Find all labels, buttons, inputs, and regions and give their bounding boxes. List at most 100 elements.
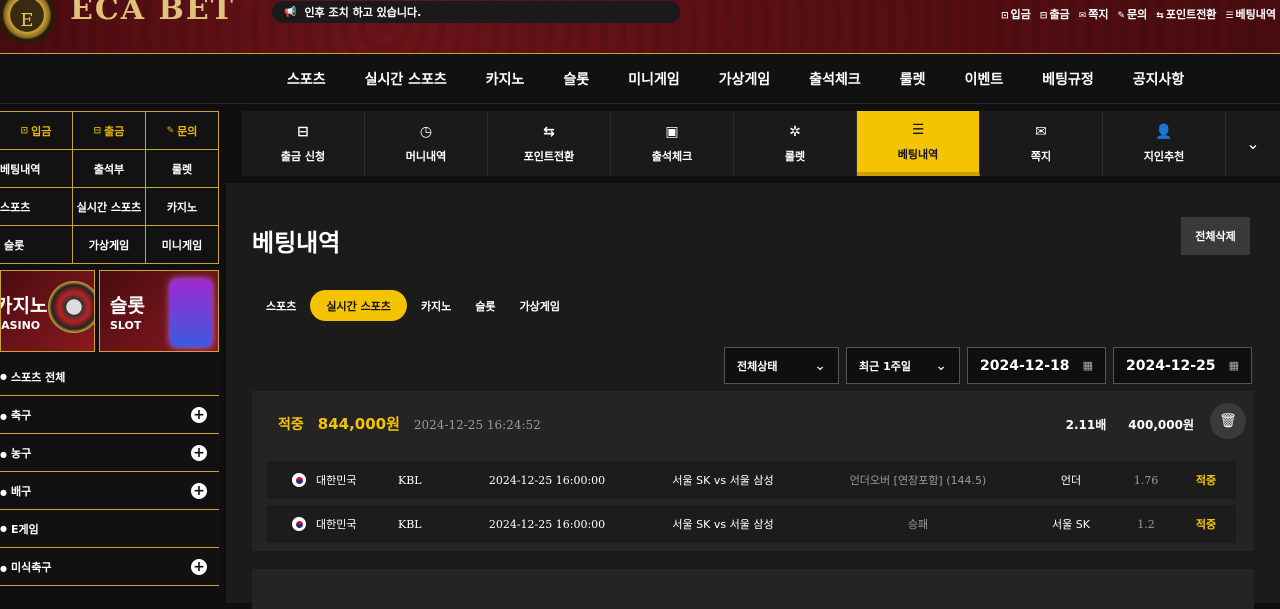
tab-sports[interactable]: 스포츠 (254, 290, 308, 321)
sport-item-basketball[interactable]: ● 농구 + (0, 434, 219, 472)
quick-roulette[interactable]: ✲ 룰렛 (734, 111, 857, 176)
nav-roulette[interactable]: 룰렛 (900, 69, 926, 89)
delete-bet-button[interactable]: 🗑 (1210, 403, 1246, 439)
quick-label: 지인추천 (1143, 149, 1185, 163)
sport-item-soccer[interactable]: ● 축구 + (0, 396, 219, 434)
nav-live-sports[interactable]: 실시간 스포츠 (365, 69, 447, 89)
chevron-down-icon: ⌄ (814, 357, 826, 374)
quick-attendance[interactable]: ▣ 출석체크 (611, 111, 734, 176)
slot-banner[interactable]: 슬롯 SLOT (99, 270, 219, 352)
toplink-label: 출금 (1049, 8, 1070, 21)
nav-slot[interactable]: 슬롯 (563, 69, 589, 89)
toplink-label: 포인트전환 (1165, 8, 1217, 21)
row-odds: 1.2 (1137, 517, 1155, 531)
toplink-message[interactable]: ✉ 쪽지 (1079, 6, 1109, 22)
toplink-point-exchange[interactable]: ⇆ 포인트전환 (1156, 6, 1216, 22)
clock-icon: ◷ (419, 123, 433, 140)
plus-icon[interactable]: + (191, 558, 207, 575)
sport-item-label: 스포츠 전체 (10, 370, 66, 384)
nav-bet-rules[interactable]: 베팅규정 (1042, 69, 1094, 89)
sidebar-roulette[interactable]: 룰렛 (146, 150, 219, 188)
country-label: 대한민국 (316, 474, 357, 487)
slot-machine-icon (170, 279, 212, 347)
table-row: 대한민국 KBL 2024-12-25 16:00:00 서울 SK vs 서울… (266, 505, 1236, 543)
row-league: KBL (398, 473, 422, 487)
nav-minigame[interactable]: 미니게임 (628, 69, 680, 89)
tab-virtual[interactable]: 가상게임 (508, 290, 572, 321)
casino-banner[interactable]: 카지노 CASINO (0, 270, 95, 352)
toplink-inquiry[interactable]: ✎ 문의 (1117, 6, 1147, 22)
top-links: ⊡ 입금 ⊟ 출금 ✉ 쪽지 ✎ 문의 ⇆ 포인트전환 ☰ 베팅내역 (1001, 6, 1276, 22)
slot-banner-sub: SLOT (110, 319, 142, 332)
calendar-icon: ▦ (1082, 359, 1093, 372)
sidebar-bet-history[interactable]: 베팅내역 (0, 150, 73, 188)
sport-item-all[interactable]: ● 스포츠 전체 (0, 358, 219, 396)
status-select[interactable]: 전체상태 ⌄ (724, 347, 839, 384)
sidebar-live-sports[interactable]: 실시간 스포츠 (73, 188, 146, 226)
list-icon: ☰ (1225, 11, 1234, 21)
quick-point-exchange[interactable]: ⇆ 포인트전환 (488, 111, 611, 176)
dot-icon: ● (0, 372, 7, 381)
chevron-down-icon: ⌄ (935, 357, 947, 374)
quick-withdraw-request[interactable]: ⊟ 출금 신청 (242, 111, 365, 176)
sport-item-label: E게임 (10, 522, 39, 536)
dot-icon: ● (0, 449, 7, 459)
logo-emblem[interactable]: E (0, 0, 56, 44)
deposit-icon: ⊡ (1001, 11, 1009, 21)
toplink-label: 입금 (1010, 8, 1031, 21)
tab-casino[interactable]: 카지노 (409, 290, 463, 321)
quick-bet-history[interactable]: ☰ 베팅내역 (857, 111, 980, 176)
quick-money-history[interactable]: ◷ 머니내역 (365, 111, 488, 176)
nav-sports[interactable]: 스포츠 (287, 69, 326, 89)
quick-label: 머니내역 (405, 149, 447, 163)
category-tabs: 스포츠 실시간 스포츠 카지노 슬롯 가상게임 (254, 290, 572, 321)
sidebar-slot[interactable]: 슬롯 (0, 226, 73, 264)
nav-casino[interactable]: 카지노 (486, 69, 525, 89)
roulette-icon: ✲ (789, 123, 801, 140)
date-to-input[interactable]: 2024-12-25 ▦ (1113, 347, 1252, 384)
bet-card: 적중 844,000원 2024-12-25 16:24:52 2.11배 40… (252, 391, 1254, 551)
sidebar-withdraw[interactable]: ⊟ 출금 (73, 112, 146, 150)
chevron-down-icon[interactable]: ⌄ (1226, 111, 1280, 176)
sidebar-inquiry[interactable]: ✎ 문의 (146, 112, 219, 150)
logo-text[interactable]: ECA BET (70, 0, 235, 27)
row-pick: 언더 (1060, 474, 1082, 487)
dot-icon: ● (0, 487, 7, 497)
toplink-deposit[interactable]: ⊡ 입금 (1001, 6, 1031, 22)
quick-label: 출석체크 (651, 149, 693, 163)
plus-icon[interactable]: + (191, 482, 207, 499)
sidebar-deposit[interactable]: ⊡ 입금 (0, 112, 73, 150)
nav-attendance[interactable]: 출석체크 (809, 69, 861, 89)
plus-icon[interactable]: + (191, 444, 207, 461)
sidebar-sports[interactable]: 스포츠 (0, 188, 73, 226)
sidebar-virtual[interactable]: 가상게임 (73, 226, 146, 264)
tab-slot[interactable]: 슬롯 (463, 290, 507, 321)
tab-live-sports[interactable]: 실시간 스포츠 (310, 290, 407, 321)
quick-referral[interactable]: 👤 지인추천 (1103, 111, 1226, 176)
row-market: 언더오버 [연장포함] (144.5) (849, 474, 987, 487)
deposit-icon: ⊡ (20, 125, 29, 136)
date-from-input[interactable]: 2024-12-18 ▦ (967, 347, 1106, 384)
main-panel: 베팅내역 전체삭제 스포츠 실시간 스포츠 카지노 슬롯 가상게임 전체상태 ⌄ … (226, 183, 1280, 609)
sidebar-minigame[interactable]: 미니게임 (146, 226, 219, 264)
nav-event[interactable]: 이벤트 (965, 69, 1004, 89)
row-league: KBL (398, 517, 422, 531)
nav-notice[interactable]: 공지사항 (1133, 69, 1185, 89)
period-select[interactable]: 최근 1주일 ⌄ (846, 347, 960, 384)
sport-item-volleyball[interactable]: ● 배구 + (0, 472, 219, 510)
delete-all-button[interactable]: 전체삭제 (1181, 217, 1250, 255)
mail-icon: ✉ (1035, 123, 1047, 140)
plus-icon[interactable]: + (191, 406, 207, 423)
logo-emblem-letter: E (20, 9, 34, 31)
sidebar-attendance[interactable]: 출석부 (73, 150, 146, 188)
toplink-bet-history[interactable]: ☰ 베팅내역 (1225, 6, 1276, 22)
nav-virtual[interactable]: 가상게임 (719, 69, 771, 89)
question-icon: ✎ (166, 125, 175, 136)
sport-item-egame[interactable]: ● E게임 (0, 510, 219, 548)
sport-item-football[interactable]: ● 미식축구 + (0, 548, 219, 586)
sidebar-casino[interactable]: 카지노 (146, 188, 219, 226)
date-to-value: 2024-12-25 (1126, 357, 1216, 374)
toplink-withdraw[interactable]: ⊟ 출금 (1040, 6, 1070, 22)
dot-icon: ● (0, 563, 7, 573)
quick-message[interactable]: ✉ 쪽지 (980, 111, 1103, 176)
